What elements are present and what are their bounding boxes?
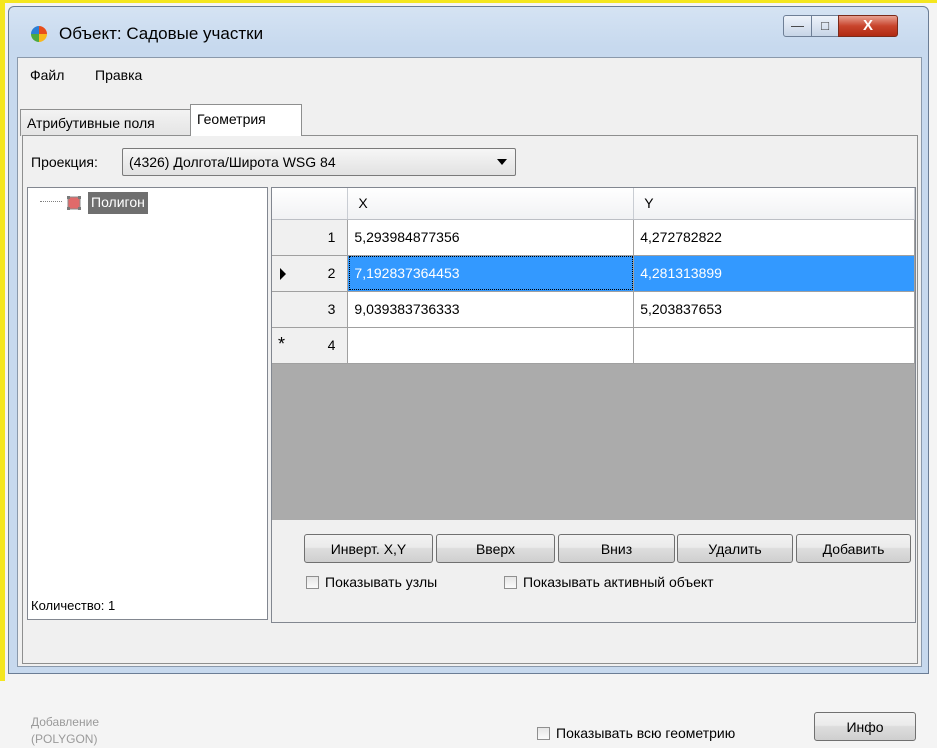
checkbox-box[interactable] (504, 576, 517, 589)
show-all-geometry-label: Показывать всю геометрию (556, 725, 736, 741)
status-line-2: (POLYGON) (31, 732, 98, 746)
minimize-icon: — (791, 18, 804, 33)
chevron-down-icon (497, 159, 507, 165)
window-client: Файл Правка Атрибутивные поля Геометрия … (17, 57, 922, 746)
move-down-button[interactable]: Вниз (558, 534, 675, 563)
tab-geometry[interactable]: Геометрия (190, 104, 302, 136)
delete-button[interactable]: Удалить (677, 534, 793, 563)
polygon-icon (67, 196, 81, 210)
new-row-icon: * (278, 333, 286, 354)
show-nodes-label: Показывать узлы (325, 574, 438, 590)
cell-x[interactable] (347, 327, 635, 364)
menu-bar: Файл Правка (18, 58, 921, 94)
tab-attributes[interactable]: Атрибутивные поля (20, 109, 191, 136)
cell-y[interactable] (633, 327, 915, 364)
invert-xy-button[interactable]: Инверт. X,Y (304, 534, 433, 563)
row-header[interactable]: 1 (272, 219, 349, 256)
maximize-button[interactable]: □ (811, 15, 839, 37)
projection-label: Проекция: (31, 154, 98, 170)
row-number: 4 (327, 337, 336, 353)
show-active-checkbox[interactable]: Показывать активный объект (504, 574, 714, 590)
cell-x[interactable]: 9,039383736333 (347, 291, 635, 328)
maximize-icon: □ (821, 18, 829, 33)
status-line-1: Добавление (31, 715, 99, 729)
coordinates-panel: X Y 1 5,293984877356 4,272782822 2 7,192… (271, 187, 916, 623)
column-header-x[interactable]: X (347, 188, 635, 220)
table-row-selected[interactable]: 2 7,192837364453 4,281313899 (272, 255, 915, 292)
count-label: Количество: 1 (31, 598, 116, 613)
geometry-tree[interactable]: Полигон (27, 187, 268, 620)
row-number: 2 (327, 265, 336, 281)
row-header[interactable]: 3 (272, 291, 349, 328)
column-header-y[interactable]: Y (633, 188, 915, 220)
close-icon: X (862, 17, 873, 34)
geometry-tab-panel: Проекция: (4326) Долгота/Широта WSG 84 П… (22, 135, 918, 746)
title-bar[interactable]: Объект: Садовые участки — □ X (9, 7, 928, 57)
move-up-button[interactable]: Вверх (436, 534, 555, 563)
status-mode: Добавление (POLYGON) (31, 714, 99, 748)
close-button[interactable]: X (838, 15, 898, 37)
cell-x[interactable]: 5,293984877356 (347, 219, 635, 256)
tab-strip: Атрибутивные поля Геометрия (18, 102, 921, 136)
coordinates-grid[interactable]: X Y 1 5,293984877356 4,272782822 2 7,192… (272, 188, 915, 520)
menu-file[interactable]: Файл (30, 67, 64, 83)
menu-edit[interactable]: Правка (95, 67, 142, 83)
show-nodes-checkbox[interactable]: Показывать узлы (306, 574, 437, 590)
object-window: Объект: Садовые участки — □ X Файл Правк… (8, 6, 929, 746)
projection-select[interactable]: (4326) Долгота/Широта WSG 84 (122, 148, 516, 176)
row-header[interactable]: 2 (272, 255, 349, 292)
minimize-button[interactable]: — (783, 15, 812, 37)
grid-corner-header[interactable] (272, 188, 349, 220)
row-header[interactable]: * 4 (272, 327, 349, 364)
current-row-icon (280, 267, 286, 280)
show-all-geometry-checkbox[interactable]: Показывать всю геометрию (537, 725, 735, 741)
add-button[interactable]: Добавить (796, 534, 911, 563)
projection-value: (4326) Долгота/Широта WSG 84 (129, 154, 336, 170)
checkbox-box[interactable] (537, 727, 550, 740)
show-active-label: Показывать активный объект (523, 574, 714, 590)
tree-connector (40, 201, 62, 202)
window-title: Объект: Садовые участки (59, 24, 264, 43)
table-row[interactable]: 1 5,293984877356 4,272782822 (272, 219, 915, 256)
table-row[interactable]: 3 9,039383736333 5,203837653 (272, 291, 915, 328)
cell-y[interactable]: 4,272782822 (633, 219, 915, 256)
cell-y[interactable]: 4,281313899 (633, 255, 915, 292)
table-row-new[interactable]: * 4 (272, 327, 915, 364)
app-icon (31, 26, 47, 42)
cell-y[interactable]: 5,203837653 (633, 291, 915, 328)
cell-x[interactable]: 7,192837364453 (347, 255, 635, 292)
tree-node-polygon[interactable]: Полигон (88, 192, 148, 214)
info-button[interactable]: Инфо (814, 712, 916, 741)
checkbox-box[interactable] (306, 576, 319, 589)
